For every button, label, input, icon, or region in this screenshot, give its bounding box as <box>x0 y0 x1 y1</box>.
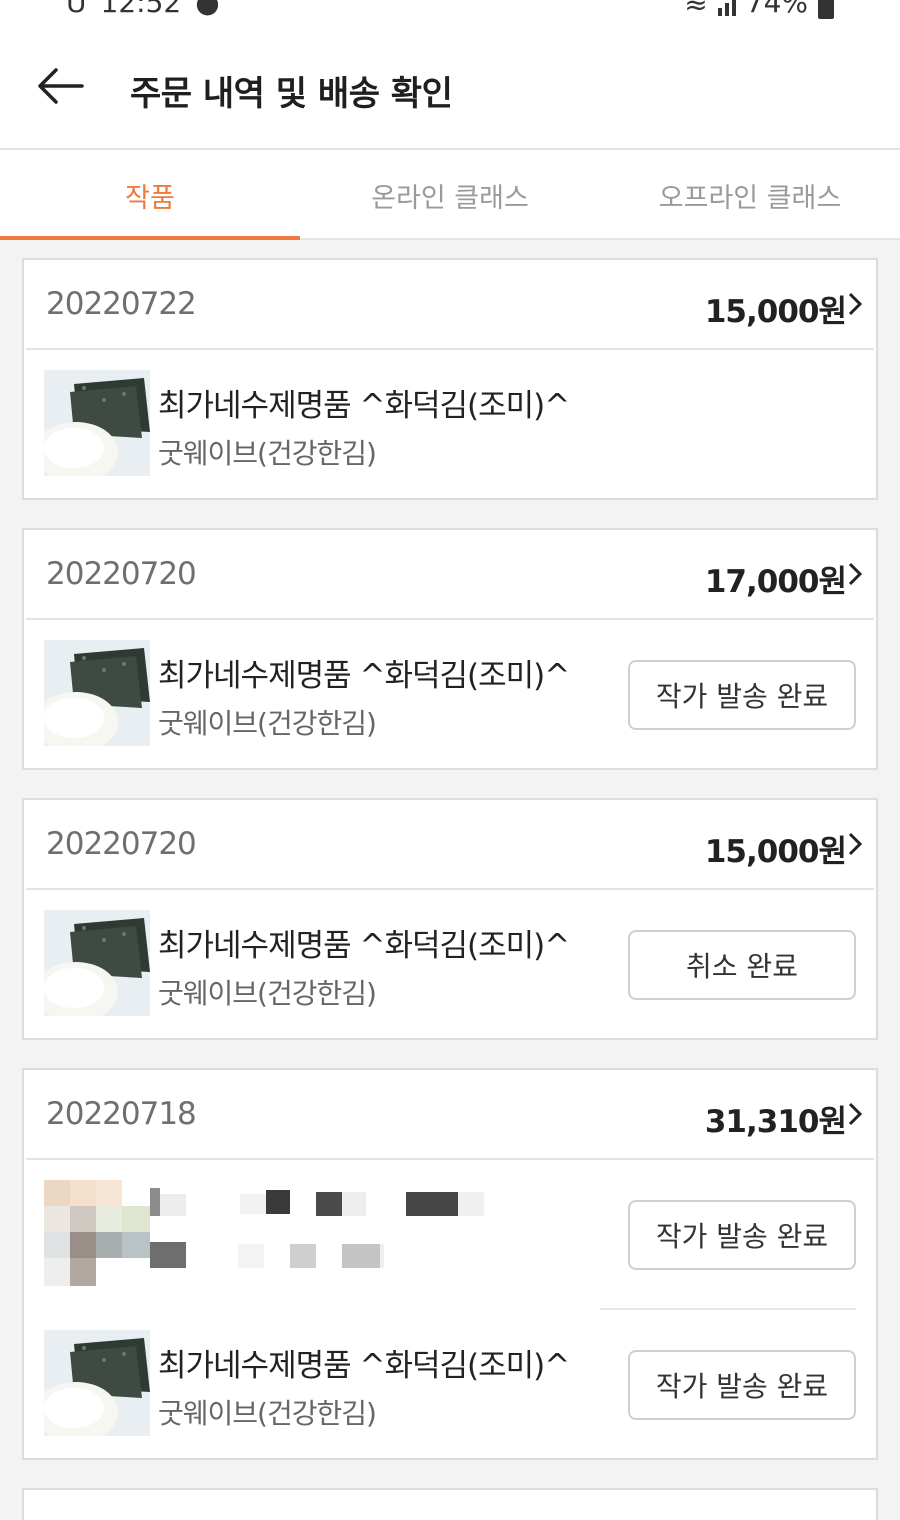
shipping-status-button[interactable]: 작가 발송 완료 <box>628 1350 856 1420</box>
app-header: 주문 내역 및 배송 확인 <box>0 22 900 150</box>
chevron-right-icon <box>848 1102 863 1126</box>
product-name: 최가네수제명품 ^화덕김(조미)^ <box>158 1348 570 1384</box>
notification-icon: ● <box>195 0 220 19</box>
order-date: 20220722 <box>46 286 197 322</box>
product-thumbnail <box>44 640 150 746</box>
back-arrow-icon <box>38 68 84 104</box>
order-date: 20220718 <box>46 1096 197 1132</box>
order-price: 31,310원 <box>704 1104 847 1140</box>
seller-name: 굿웨이브(건강한김) <box>158 707 377 740</box>
order-price: 15,000원 <box>704 294 847 330</box>
page-title: 주문 내역 및 배송 확인 <box>130 74 453 114</box>
order-card: 20220720 17,000원 최가네수제명품 ^화덕김(조미)^ 굿웨이브(… <box>22 528 878 770</box>
product-name: 최가네수제명품 ^화덕김(조미)^ <box>158 658 570 694</box>
cancel-status-button[interactable]: 취소 완료 <box>628 930 856 1000</box>
wifi-icon: ≋ <box>684 0 708 19</box>
back-button[interactable] <box>34 64 90 108</box>
order-item[interactable]: 최가네수제명품 ^화덕김(조미)^ 굿웨이브(건강한김) 취소 완료 <box>24 890 876 1040</box>
signal-icon <box>717 0 736 16</box>
order-card-partial <box>22 1488 878 1520</box>
order-item[interactable]: 최가네수제명품 ^화덕김(조미)^ 굿웨이브(건강한김) 작가 발송 완료 <box>24 1310 876 1460</box>
carrier-label: U <box>66 0 87 19</box>
order-item[interactable]: 최가네수제명품 ^화덕김(조미)^ 굿웨이브(건강한김) <box>24 350 876 500</box>
order-price: 15,000원 <box>704 834 847 870</box>
order-header[interactable]: 20220720 15,000원 <box>26 800 874 890</box>
clock: 12:52 <box>100 0 182 19</box>
battery-label: 74% <box>745 0 808 19</box>
product-thumbnail <box>44 910 150 1016</box>
status-right: ≋ 74% <box>684 0 834 19</box>
status-bar: U 12:52 ● ≋ 74% <box>0 0 900 22</box>
order-header[interactable]: 20220720 17,000원 <box>26 530 874 620</box>
order-header[interactable]: 20220718 31,310원 <box>26 1070 874 1160</box>
product-thumbnail <box>44 1330 150 1436</box>
blurred-text <box>150 1188 610 1278</box>
order-price: 17,000원 <box>704 564 847 600</box>
seller-name: 굿웨이브(건강한김) <box>158 437 377 470</box>
tab-works[interactable]: 작품 <box>0 152 300 240</box>
tab-bar: 작품 온라인 클래스 오프라인 클래스 <box>0 152 900 240</box>
order-header[interactable]: 20220722 15,000원 <box>26 260 874 350</box>
battery-icon <box>818 0 834 19</box>
order-item-blurred[interactable]: 작가 발송 완료 <box>24 1160 876 1310</box>
product-name: 최가네수제명품 ^화덕김(조미)^ <box>158 388 570 424</box>
order-date: 20220720 <box>46 826 197 862</box>
blurred-thumbnail <box>44 1180 150 1286</box>
order-card: 20220720 15,000원 최가네수제명품 ^화덕김(조미)^ 굿웨이브(… <box>22 798 878 1040</box>
order-card: 20220722 15,000원 최가네수제명품 ^화덕김(조미)^ 굿웨이브(… <box>22 258 878 500</box>
chevron-right-icon <box>848 292 863 316</box>
order-date: 20220720 <box>46 556 197 592</box>
chevron-right-icon <box>848 562 863 586</box>
product-thumbnail <box>44 370 150 476</box>
order-card: 20220718 31,310원 작가 발송 완료 최가네수제명품 ^화덕김(조… <box>22 1068 878 1460</box>
chevron-right-icon <box>848 832 863 856</box>
seller-name: 굿웨이브(건강한김) <box>158 1397 377 1430</box>
product-name: 최가네수제명품 ^화덕김(조미)^ <box>158 928 570 964</box>
shipping-status-button[interactable]: 작가 발송 완료 <box>628 1200 856 1270</box>
status-left: U 12:52 ● <box>66 0 220 19</box>
seller-name: 굿웨이브(건강한김) <box>158 977 377 1010</box>
order-item[interactable]: 최가네수제명품 ^화덕김(조미)^ 굿웨이브(건강한김) 작가 발송 완료 <box>24 620 876 770</box>
tab-offline-class[interactable]: 오프라인 클래스 <box>600 152 900 238</box>
tab-online-class[interactable]: 온라인 클래스 <box>300 152 600 238</box>
shipping-status-button[interactable]: 작가 발송 완료 <box>628 660 856 730</box>
